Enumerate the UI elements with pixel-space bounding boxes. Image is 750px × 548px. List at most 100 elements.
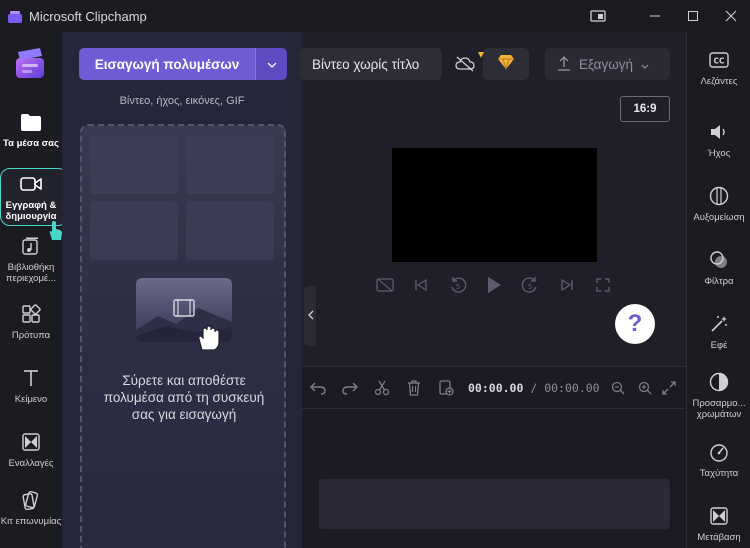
svg-text:CC: CC	[713, 57, 725, 66]
rail-label-filters: Φίλτρα	[704, 276, 734, 287]
rail-item-your-media[interactable]: Τα μέσα σας	[0, 110, 62, 149]
rail-label-color-adjust: Προσαρμο... χρωμάτων	[692, 398, 746, 420]
rail-item-filters[interactable]: Φίλτρα	[687, 248, 750, 287]
rail-label-record-create: Εγγραφή & δημιουργία	[5, 200, 57, 222]
export-button[interactable]: Εξαγωγή	[545, 48, 670, 80]
chevron-down-icon	[267, 55, 277, 73]
import-media-button[interactable]: Εισαγωγή πολυμέσων	[79, 48, 255, 80]
fade-icon	[707, 184, 731, 208]
rewind-5s-icon[interactable]: 5	[447, 274, 469, 296]
timeline-toolbar: 00:00.00 / 00:00.00	[302, 367, 686, 409]
audio-icon	[707, 120, 731, 144]
chevron-left-icon	[308, 307, 314, 325]
delete-icon[interactable]	[398, 367, 430, 409]
rail-label-text: Κείμενο	[14, 394, 48, 405]
drop-instructions: Σύρετε και αποθέστε πολυμέσα από τη συσκ…	[103, 373, 265, 422]
rail-item-effects[interactable]: Εφέ	[687, 312, 750, 351]
rail-item-brand-kit[interactable]: Κιτ επωνυμίας	[0, 488, 62, 527]
templates-icon	[19, 302, 43, 326]
rail-label-speed: Ταχύτητα	[699, 468, 739, 479]
close-icon[interactable]	[712, 0, 750, 32]
transitions-icon	[19, 430, 43, 454]
redo-icon[interactable]	[334, 367, 366, 409]
captions-icon: CC	[707, 48, 731, 72]
skip-forward-icon[interactable]	[556, 274, 578, 296]
library-icon	[19, 234, 43, 258]
export-label: Εξαγωγή	[579, 56, 634, 72]
rail-label-transitions: Εναλλαγές	[8, 458, 54, 469]
maximize-icon[interactable]	[674, 0, 712, 32]
aspect-ratio-button[interactable]: 16:9	[620, 96, 670, 122]
rail-item-transition[interactable]: Μετάβαση	[687, 504, 750, 543]
zoom-out-icon[interactable]	[606, 367, 630, 409]
rail-label-effects: Εφέ	[710, 340, 728, 351]
chevron-down-icon	[641, 57, 649, 72]
rail-item-speed[interactable]: Ταχύτητα	[687, 440, 750, 479]
properties-rail: CC Λεζάντες Ήχος Αυξομείωση Φίλτρα Εφέ Π…	[686, 32, 750, 548]
cast-icon[interactable]	[582, 0, 614, 32]
video-preview	[392, 148, 597, 262]
project-title-field[interactable]: Βίντεο χωρίς τίτλο	[300, 48, 442, 80]
split-scissors-icon[interactable]	[366, 367, 398, 409]
magic-wand-icon	[707, 312, 731, 336]
split-screen-icon[interactable]	[374, 274, 396, 296]
rail-label-transition: Μετάβαση	[697, 532, 741, 543]
clipchamp-logo[interactable]	[14, 48, 46, 80]
transition-icon	[707, 504, 731, 528]
timeline-track[interactable]	[319, 479, 670, 529]
play-icon[interactable]	[483, 274, 505, 296]
skip-back-icon[interactable]	[410, 274, 432, 296]
speed-icon	[707, 440, 731, 464]
fullscreen-icon[interactable]	[592, 274, 614, 296]
media-types-caption: Βίντεο, ήχος, εικόνες, GIF	[119, 95, 245, 107]
rail-item-captions[interactable]: CC Λεζάντες	[687, 48, 750, 87]
rail-label-brand-kit: Κιτ επωνυμίας	[0, 516, 62, 527]
premium-button[interactable]	[483, 48, 529, 80]
help-button[interactable]: ?	[615, 304, 655, 344]
text-icon	[19, 366, 43, 390]
svg-text:5: 5	[528, 283, 532, 291]
fit-timeline-icon[interactable]	[660, 367, 678, 409]
diamond-icon	[497, 54, 515, 75]
forward-5s-icon[interactable]: 5	[519, 274, 541, 296]
cloud-sync-off-icon[interactable]	[450, 50, 480, 78]
color-adjust-icon	[707, 370, 731, 394]
rail-label-your-media: Τα μέσα σας	[3, 138, 59, 149]
title-bar: Microsoft Clipchamp	[0, 0, 750, 32]
camera-icon	[19, 172, 43, 196]
rail-item-fade[interactable]: Αυξομείωση	[687, 184, 750, 223]
grab-hand-icon	[196, 324, 222, 357]
zoom-in-icon[interactable]	[630, 367, 660, 409]
rail-item-templates[interactable]: Πρότυπα	[0, 302, 62, 341]
folder-icon	[19, 110, 43, 134]
left-navigation-rail: Τα μέσα σας Εγγραφή & δημιουργία Βιβλιοθ…	[0, 32, 68, 548]
rail-item-content-library[interactable]: Βιβλιοθήκη περιεχομέ...	[0, 234, 62, 284]
rail-label-fade: Αυξομείωση	[693, 212, 745, 223]
rail-label-content-library: Βιβλιοθήκη περιεχομέ...	[5, 262, 57, 284]
total-time: 00:00.00	[544, 380, 600, 395]
timecode: 00:00.00 / 00:00.00	[468, 381, 600, 395]
rail-item-record-create[interactable]: Εγγραφή & δημιουργία	[0, 172, 62, 222]
rail-label-audio: Ήχος	[707, 148, 731, 159]
window-controls	[582, 0, 750, 32]
import-options-button[interactable]	[255, 48, 287, 80]
clipchamp-logo-icon	[8, 10, 22, 23]
rail-item-color-adjust[interactable]: Προσαρμο... χρωμάτων	[687, 370, 750, 420]
svg-text:5: 5	[455, 283, 459, 291]
brand-kit-icon	[19, 488, 43, 512]
media-drop-zone[interactable]: Σύρετε και αποθέστε πολυμέσα από τη συσκ…	[80, 124, 286, 548]
time-separator: /	[530, 380, 538, 395]
timeline: 00:00.00 / 00:00.00	[302, 366, 686, 548]
player-controls: 5 5	[374, 274, 614, 296]
window-title: Microsoft Clipchamp	[29, 8, 147, 24]
rail-label-captions: Λεζάντες	[700, 76, 738, 87]
premium-badge-icon	[477, 46, 485, 58]
rail-item-transitions[interactable]: Εναλλαγές	[0, 430, 62, 469]
undo-icon[interactable]	[302, 367, 334, 409]
rail-label-templates: Πρότυπα	[11, 330, 51, 341]
rail-item-text[interactable]: Κείμενο	[0, 366, 62, 405]
minimize-icon[interactable]	[636, 0, 674, 32]
add-media-icon[interactable]	[430, 367, 462, 409]
current-time: 00:00.00	[468, 380, 524, 395]
rail-item-audio[interactable]: Ήχος	[687, 120, 750, 159]
